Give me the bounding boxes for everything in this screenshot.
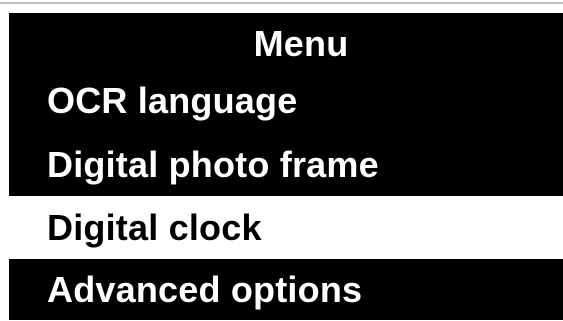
menu-item-ocr-language[interactable]: OCR language — [9, 69, 563, 133]
top-divider — [0, 2, 563, 4]
menu-title: Menu — [9, 13, 563, 69]
menu-item-digital-clock[interactable]: Digital clock — [9, 196, 563, 259]
menu-item-advanced-options[interactable]: Advanced options — [9, 259, 563, 320]
menu-panel: Menu OCR language Digital photo frame Di… — [9, 13, 563, 320]
menu-item-digital-photo-frame[interactable]: Digital photo frame — [9, 133, 563, 196]
